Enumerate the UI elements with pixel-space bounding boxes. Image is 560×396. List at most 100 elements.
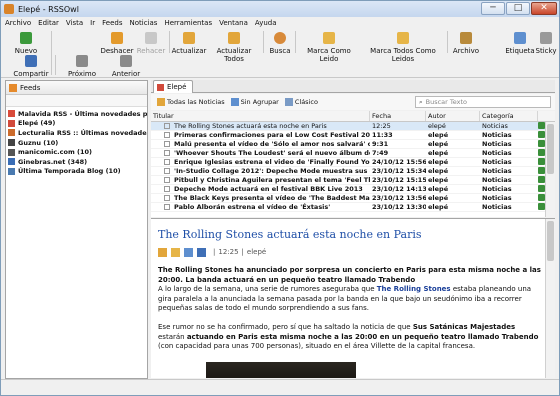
news-author: elepé bbox=[428, 122, 446, 130]
col-autor[interactable]: Autor bbox=[426, 111, 480, 121]
edit-icon[interactable] bbox=[538, 139, 545, 147]
search-input[interactable]: ⌕ Buscar Texto bbox=[415, 96, 551, 108]
menu-herramientas[interactable]: Herramientas bbox=[160, 19, 215, 27]
compartir-button[interactable]: Compartir bbox=[13, 55, 49, 78]
group-dropdown[interactable]: Sin Agrupar bbox=[230, 98, 279, 106]
table-row[interactable]: Primeras confirmaciones para el Low Cost… bbox=[151, 130, 555, 140]
menu-ir[interactable]: Ir bbox=[86, 19, 98, 27]
sticky-button[interactable]: Sticky bbox=[535, 32, 557, 55]
edit-icon[interactable] bbox=[538, 122, 545, 129]
deshacer-button[interactable]: Deshacer bbox=[99, 32, 135, 55]
table-row[interactable]: Pablo Alborán estrena el vídeo de 'Éxtas… bbox=[151, 202, 555, 212]
etiqueta-button[interactable]: Etiqueta bbox=[505, 32, 535, 55]
scroll-thumb[interactable] bbox=[547, 221, 554, 261]
news-scrollbar[interactable] bbox=[545, 122, 555, 217]
menu-noticias[interactable]: Noticias bbox=[125, 19, 160, 27]
mark-read-icon bbox=[323, 32, 335, 44]
table-row[interactable]: 'In-Studio Collage 2012': Depeche Mode m… bbox=[151, 166, 555, 176]
news-category: Noticias bbox=[482, 167, 512, 175]
filter-todas-dropdown[interactable]: Todas las Noticias bbox=[157, 98, 225, 106]
group-icon bbox=[230, 98, 239, 106]
news-date: 12:25 bbox=[372, 122, 391, 130]
rehacer-button[interactable]: Rehacer bbox=[135, 32, 167, 55]
news-date: 9:31 bbox=[372, 140, 389, 148]
close-button[interactable]: ✕ bbox=[531, 2, 557, 15]
table-row[interactable]: Pitbull y Christina Aguilera presentan e… bbox=[151, 175, 555, 185]
menu-ventana[interactable]: Ventana bbox=[215, 19, 251, 27]
archivo-button[interactable]: Archivo bbox=[451, 32, 481, 55]
news-icon bbox=[164, 204, 170, 210]
news-icon bbox=[164, 186, 170, 192]
preview-time: 12:25 bbox=[218, 248, 239, 256]
nuevo-button[interactable]: Nuevo bbox=[11, 32, 41, 55]
news-date: 23/10/12 15:34 bbox=[372, 167, 426, 175]
proximo-button[interactable]: Próximo bbox=[65, 55, 99, 78]
rssowl-app-icon bbox=[4, 4, 14, 14]
busca-button[interactable]: Busca bbox=[267, 32, 293, 55]
tag-icon[interactable] bbox=[184, 247, 193, 257]
edit-icon[interactable] bbox=[538, 193, 545, 201]
refresh-all-icon bbox=[228, 32, 240, 44]
edit-icon[interactable] bbox=[538, 184, 545, 192]
news-title: Pablo Alborán estrena el vídeo de 'Éxtas… bbox=[174, 203, 331, 211]
news-title: The Rolling Stones actuará esta noche en… bbox=[174, 122, 327, 130]
feed-icon bbox=[8, 129, 15, 137]
tab-elepe[interactable]: Elepé bbox=[153, 80, 193, 93]
actualizar-button[interactable]: Actualizar bbox=[171, 32, 207, 55]
share-icon[interactable] bbox=[197, 247, 206, 257]
edit-icon[interactable] bbox=[538, 157, 545, 165]
anterior-button[interactable]: Anterior bbox=[109, 55, 143, 78]
col-titular[interactable]: Titular bbox=[151, 111, 370, 121]
news-date: 24/10/12 15:56 bbox=[372, 158, 426, 166]
menu-ayuda[interactable]: Ayuda bbox=[251, 19, 280, 27]
table-row[interactable]: Depeche Mode actuará en el festival BBK … bbox=[151, 184, 555, 194]
table-row[interactable]: Malú presenta el vídeo de 'Sólo el amor … bbox=[151, 139, 555, 149]
feed-item[interactable]: Lecturalia RSS :: Últimas novedades e bbox=[8, 128, 147, 138]
col-fecha[interactable]: Fecha bbox=[370, 111, 426, 121]
feed-icon bbox=[8, 110, 15, 118]
news-date: 23/10/12 13:30 bbox=[372, 203, 426, 211]
maximize-button[interactable]: □ bbox=[506, 2, 530, 15]
edit-icon[interactable] bbox=[538, 166, 545, 174]
news-date: 23/10/12 15:15 bbox=[372, 176, 426, 184]
feed-item[interactable]: Última Temporada Blog (10) bbox=[8, 167, 147, 177]
col-categoria[interactable]: Categoría bbox=[480, 111, 538, 121]
table-row[interactable]: 'Whoever Shouts The Loudest' será el nue… bbox=[151, 148, 555, 158]
feed-item[interactable]: Malavida RSS - Última novedades par bbox=[8, 109, 147, 119]
news-category: Noticias bbox=[482, 122, 508, 130]
news-author: elepé bbox=[428, 167, 449, 175]
scroll-thumb[interactable] bbox=[547, 124, 554, 174]
news-author: elepé bbox=[428, 203, 449, 211]
edit-icon[interactable] bbox=[538, 130, 545, 138]
preview-title[interactable]: The Rolling Stones actuará esta noche en… bbox=[151, 219, 555, 241]
table-row[interactable]: The Black Keys presenta el vídeo de 'The… bbox=[151, 193, 555, 203]
preview-image bbox=[206, 361, 356, 378]
feed-item[interactable]: Ginebras.net (348) bbox=[8, 157, 147, 167]
edit-icon[interactable] bbox=[538, 175, 545, 183]
menu-feeds[interactable]: Feeds bbox=[98, 19, 125, 27]
marca-como-leido-button[interactable]: Marca Como Leido bbox=[299, 32, 359, 63]
edit-icon[interactable] bbox=[158, 247, 167, 257]
minimize-button[interactable]: ─ bbox=[481, 2, 505, 15]
feed-item[interactable]: Elepé (49) bbox=[8, 119, 147, 129]
refresh-icon bbox=[183, 32, 195, 44]
tab-bar: Elepé bbox=[151, 80, 555, 93]
menu-archivo[interactable]: Archivo bbox=[1, 19, 34, 27]
menu-vista[interactable]: Vista bbox=[62, 19, 86, 27]
feed-item[interactable]: manicomic.com (10) bbox=[8, 147, 147, 157]
table-row[interactable]: The Rolling Stones actuará esta noche en… bbox=[151, 122, 555, 131]
edit-icon[interactable] bbox=[538, 148, 545, 156]
mark-icon[interactable] bbox=[171, 247, 180, 257]
actualizar-todos-button[interactable]: Actualizar Todos bbox=[207, 32, 261, 63]
news-icon bbox=[164, 159, 170, 165]
feed-item[interactable]: Guznu (10) bbox=[8, 138, 147, 148]
preview-lead: The Rolling Stones ha anunciado por sorp… bbox=[158, 266, 541, 284]
edit-icon[interactable] bbox=[538, 202, 545, 210]
layout-dropdown[interactable]: Clásico bbox=[284, 98, 318, 106]
preview-scrollbar[interactable] bbox=[545, 219, 555, 378]
menu-editar[interactable]: Editar bbox=[34, 19, 62, 27]
table-row[interactable]: Enrique Iglesias estrena el video de 'Fi… bbox=[151, 157, 555, 167]
status-bar bbox=[1, 379, 559, 395]
plus-icon bbox=[20, 32, 32, 44]
marca-todos-leidos-button[interactable]: Marca Todos Como Leidos bbox=[361, 32, 445, 63]
